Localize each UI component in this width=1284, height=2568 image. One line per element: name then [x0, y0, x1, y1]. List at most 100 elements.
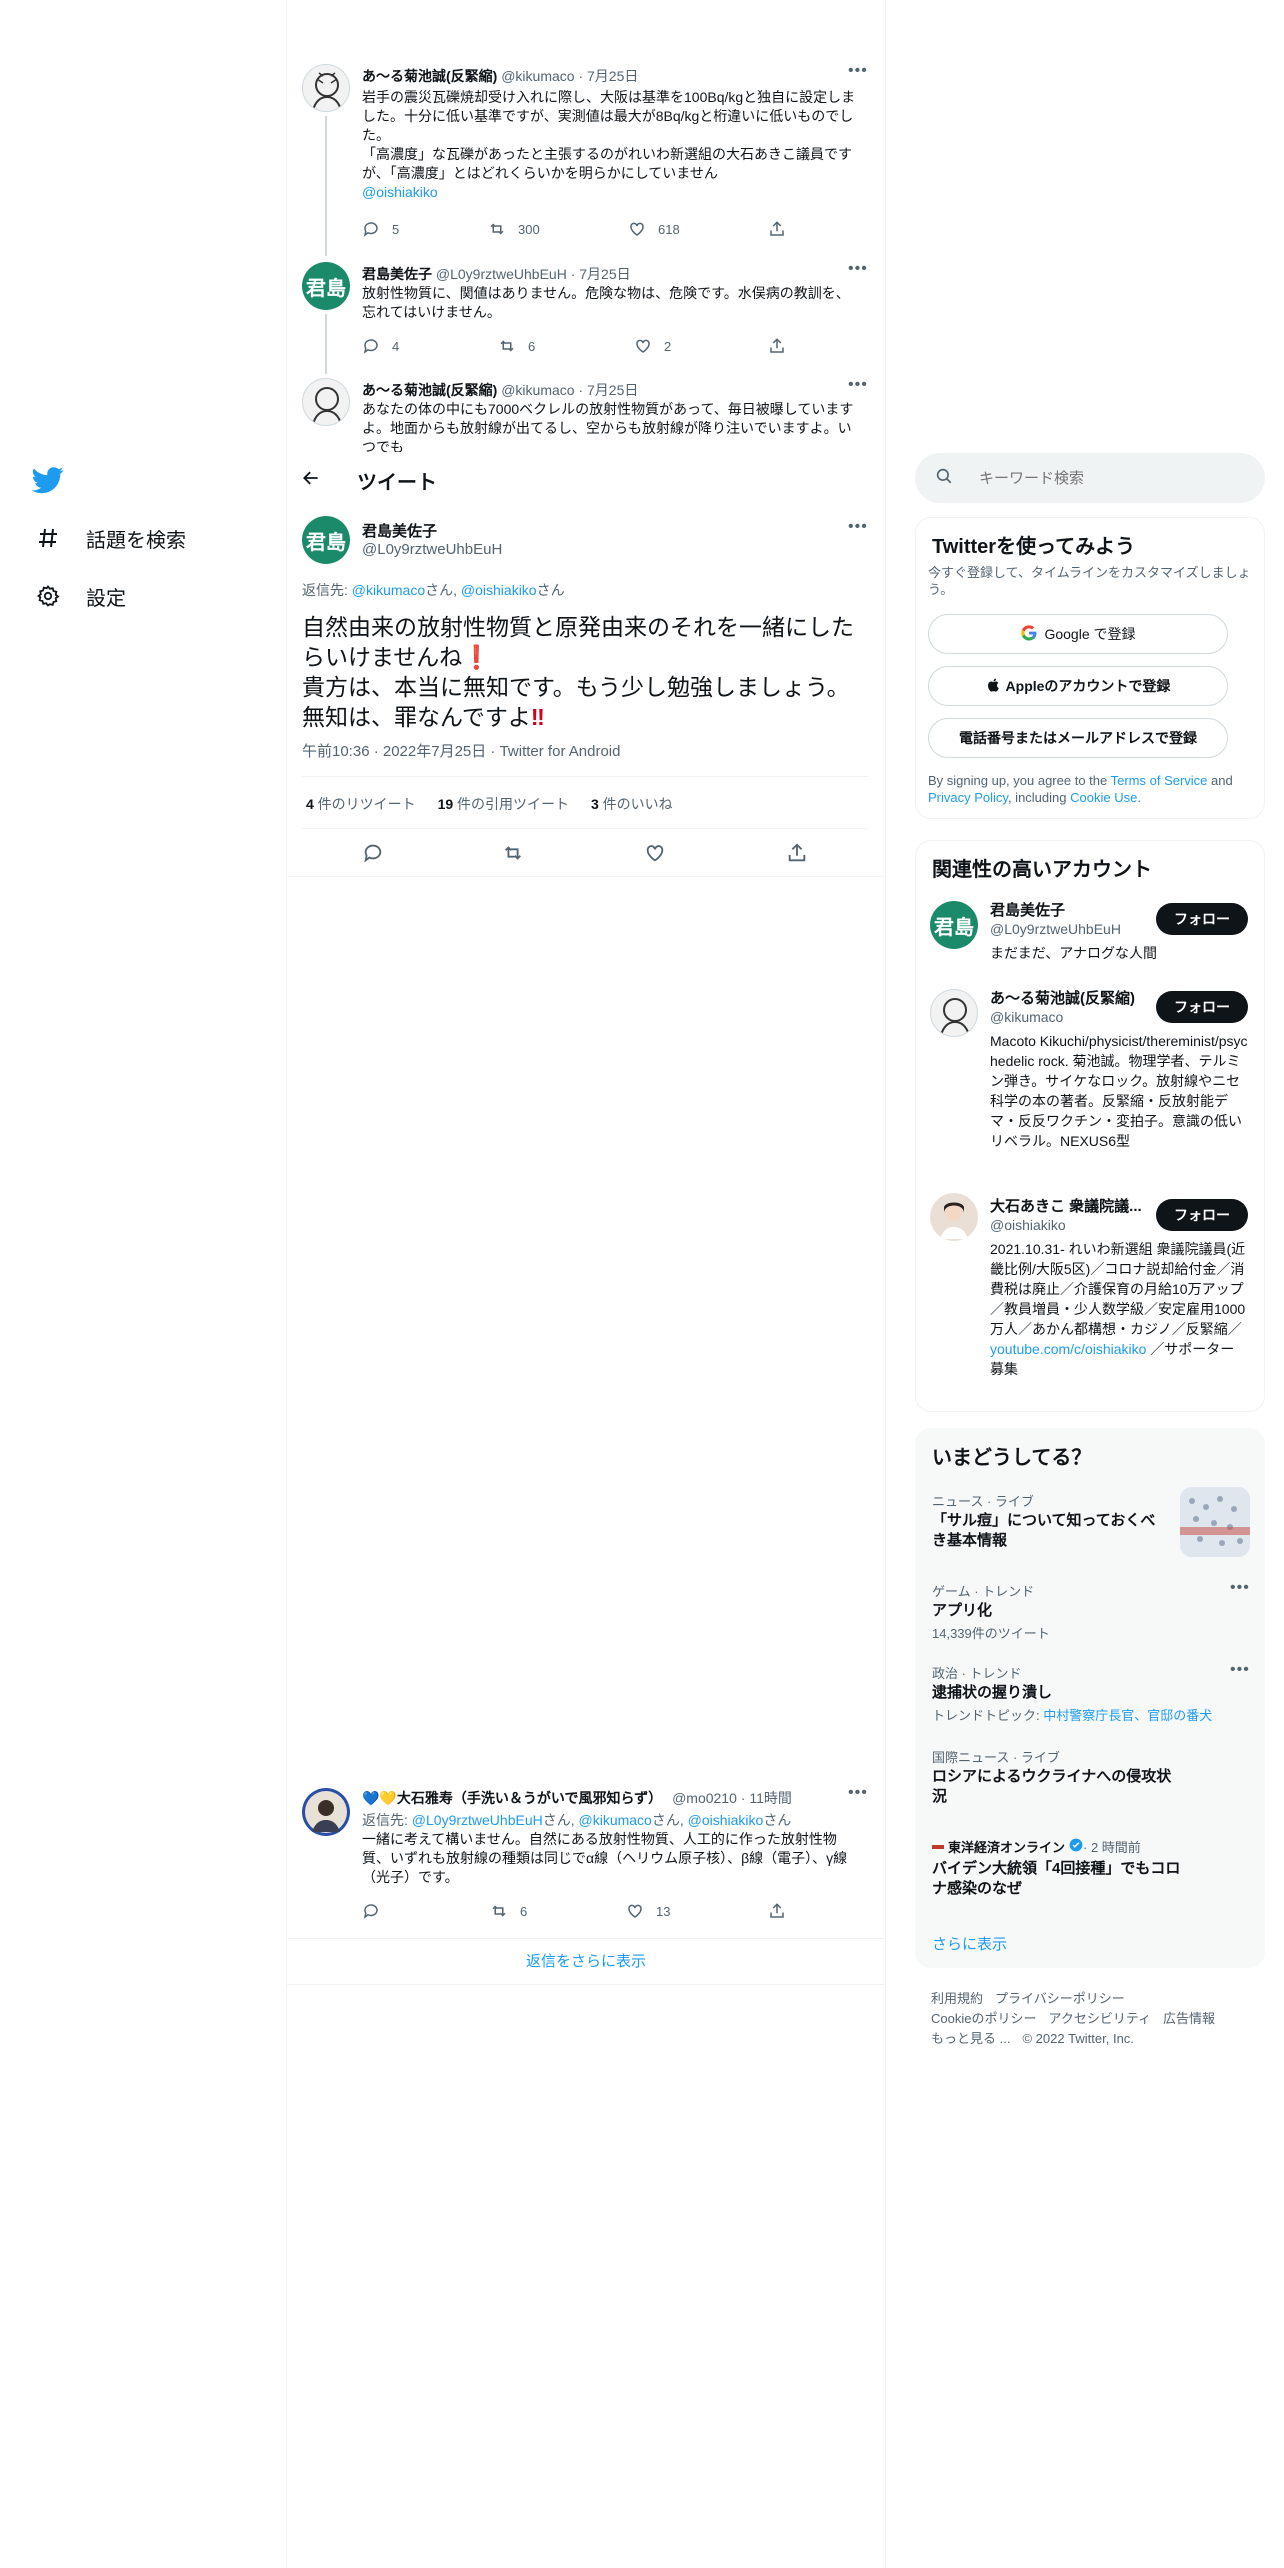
footer-link[interactable]: アクセシビリティ	[1048, 2011, 1151, 2026]
quote-count[interactable]: 19 件の引用ツイート	[438, 796, 569, 812]
tweet-text: 岩手の震災瓦礫焼却受け入れに際し、大阪は基準を100Bq/kgと独自に設定しまし…	[362, 89, 856, 200]
reply-button[interactable]	[362, 842, 396, 864]
avatar[interactable]: 君島	[302, 262, 350, 310]
heart-icon	[636, 339, 650, 353]
account-name[interactable]: あ〜る菊池誠(反緊縮)	[990, 987, 1135, 1008]
share-icon	[770, 1903, 784, 1918]
reply-button[interactable]	[362, 1902, 392, 1920]
more-icon[interactable]: •••	[848, 518, 868, 536]
trend-title: 逮捕状の握り潰し	[932, 1684, 1053, 1701]
show-more-replies-link[interactable]: 返信をさらに表示	[287, 1950, 885, 1971]
mention-link[interactable]: @oishiakiko	[461, 582, 537, 598]
tweet-author[interactable]: あ〜る菊池誠(反緊縮)	[362, 382, 497, 398]
tweet-author[interactable]: 君島美佐子	[362, 520, 437, 541]
nav-explore[interactable]: 話題を検索	[34, 518, 186, 558]
share-button[interactable]	[768, 220, 798, 238]
footer-link[interactable]: 利用規約	[931, 1991, 983, 2006]
footer-more-link[interactable]: もっと見る ...	[931, 2031, 1010, 2046]
more-icon[interactable]: •••	[848, 62, 868, 80]
tweet-handle[interactable]: @mo0210 · 11時間	[672, 1790, 792, 1806]
reply-button[interactable]: 4	[362, 337, 399, 355]
follow-button[interactable]: フォロー	[1156, 1199, 1248, 1231]
footer-link[interactable]: プライバシーポリシー	[995, 1991, 1125, 2006]
tweet-handle[interactable]: @kikumaco · 7月25日	[501, 68, 638, 84]
avatar[interactable]: 君島	[302, 516, 350, 564]
like-button[interactable]	[644, 842, 678, 864]
more-icon[interactable]: •••	[848, 260, 868, 278]
page-title: ツイート	[357, 471, 437, 494]
search-input[interactable]	[979, 469, 1239, 487]
tweet-author[interactable]: あ〜る菊池誠(反緊縮)	[362, 68, 497, 84]
more-icon[interactable]: •••	[848, 1784, 868, 1802]
follow-button[interactable]: フォロー	[1156, 903, 1248, 935]
account-name[interactable]: 大石あきこ 衆議院議...	[990, 1195, 1142, 1216]
mention-link[interactable]: @oishiakiko	[688, 1812, 764, 1828]
nav-settings[interactable]: 設定	[34, 576, 126, 616]
mention-link[interactable]: @kikumaco	[352, 582, 425, 598]
retweet-count[interactable]: 4 件のリツイート	[306, 796, 416, 812]
cookie-link[interactable]: Cookie Use	[1070, 790, 1137, 805]
more-icon[interactable]: •••	[1230, 1579, 1250, 1597]
retweet-button[interactable]: 6	[490, 1902, 527, 1920]
like-button[interactable]: 2	[634, 337, 671, 355]
tweet-handle[interactable]: @L0y9rztweUhbEuH · 7月25日	[436, 266, 631, 282]
heart-icon	[630, 222, 644, 236]
back-arrow-icon[interactable]	[301, 468, 321, 493]
apple-signup-button[interactable]: Appleのアカウントで登録	[928, 666, 1228, 706]
mention-link[interactable]: @L0y9rztweUhbEuH	[412, 1812, 543, 1828]
avatar[interactable]	[302, 64, 350, 112]
share-button[interactable]	[786, 842, 820, 864]
share-button[interactable]	[768, 1902, 798, 1920]
account-handle[interactable]: @kikumaco	[990, 1009, 1063, 1025]
tweet-handle[interactable]: @kikumaco · 7月25日	[501, 382, 638, 398]
account-name[interactable]: 君島美佐子	[990, 899, 1065, 920]
tweet-stats: 4 件のリツイート 19 件の引用ツイート 3 件のいいね	[306, 794, 673, 814]
terms-link[interactable]: Terms of Service	[1111, 773, 1208, 788]
privacy-link[interactable]: Privacy Policy	[928, 790, 1008, 805]
avatar[interactable]	[930, 989, 978, 1037]
reply-icon	[363, 1904, 378, 1919]
mention-link[interactable]: @oishiakiko	[362, 184, 438, 200]
avatar[interactable]	[930, 1193, 978, 1241]
avatar[interactable]: 君島	[930, 901, 978, 949]
tweet-text: あなたの体の中にも7000ベクレルの放射性物質があって、毎日被曝していますよ。地…	[362, 401, 854, 452]
tweet-timestamp[interactable]: 午前10:36 · 2022年7月25日 · Twitter for Andro…	[302, 740, 620, 761]
tweet-header: 君島美佐子 @L0y9rztweUhbEuH · 7月25日	[362, 264, 631, 284]
divider	[287, 1984, 885, 1985]
like-button[interactable]: 618	[628, 220, 680, 238]
follow-button[interactable]: フォロー	[1156, 991, 1248, 1023]
tweet-author[interactable]: 大石雅寿（手洗い＆うがいで風邪知らず）	[397, 1790, 662, 1806]
google-signup-button[interactable]: Google で登録	[928, 614, 1228, 654]
retweet-button[interactable]: 6	[498, 337, 535, 355]
trend-context: 政治 · トレンド	[932, 1666, 1022, 1681]
twitter-logo-icon[interactable]	[31, 464, 64, 501]
like-count[interactable]: 3 件のいいね	[591, 796, 673, 812]
trend-tweet-count: 14,339件のツイート	[932, 1626, 1050, 1641]
account-handle[interactable]: @L0y9rztweUhbEuH	[990, 921, 1121, 937]
bio-link[interactable]: youtube.com/c/oishiakiko	[990, 1341, 1146, 1357]
divider	[287, 1938, 885, 1939]
search-box[interactable]	[915, 453, 1265, 503]
divider	[287, 876, 885, 877]
tweet-author[interactable]: 君島美佐子	[362, 266, 432, 282]
more-icon[interactable]: •••	[1230, 1661, 1250, 1679]
footer-row-1: 利用規約 プライバシーポリシー	[931, 1988, 1137, 2007]
phone-email-signup-button[interactable]: 電話番号またはメールアドレスで登録	[928, 718, 1228, 758]
footer-link[interactable]: 広告情報	[1163, 2011, 1215, 2026]
show-more-trends-link[interactable]: さらに表示	[932, 1933, 1007, 1954]
share-button[interactable]	[768, 337, 798, 355]
account-handle[interactable]: @oishiakiko	[990, 1217, 1066, 1233]
retweet-button[interactable]: 300	[488, 220, 540, 238]
footer-link[interactable]: Cookieのポリシー	[931, 2011, 1036, 2026]
like-button[interactable]: 13	[626, 1902, 670, 1920]
heart-icon	[646, 845, 664, 862]
avatar[interactable]	[302, 378, 350, 426]
related-accounts-card: 関連性の高いアカウント 君島 君島美佐子 @L0y9rztweUhbEuH フォ…	[915, 840, 1265, 1412]
reply-button[interactable]: 5	[362, 220, 399, 238]
retweet-button[interactable]	[502, 842, 536, 864]
more-icon[interactable]: •••	[848, 376, 868, 394]
tweet-handle[interactable]: @L0y9rztweUhbEuH	[362, 541, 502, 558]
trend-title: 「サル痘」について知っておくべき基本情報	[932, 1512, 1156, 1549]
avatar[interactable]	[302, 1788, 350, 1836]
mention-link[interactable]: @kikumaco	[579, 1812, 652, 1828]
